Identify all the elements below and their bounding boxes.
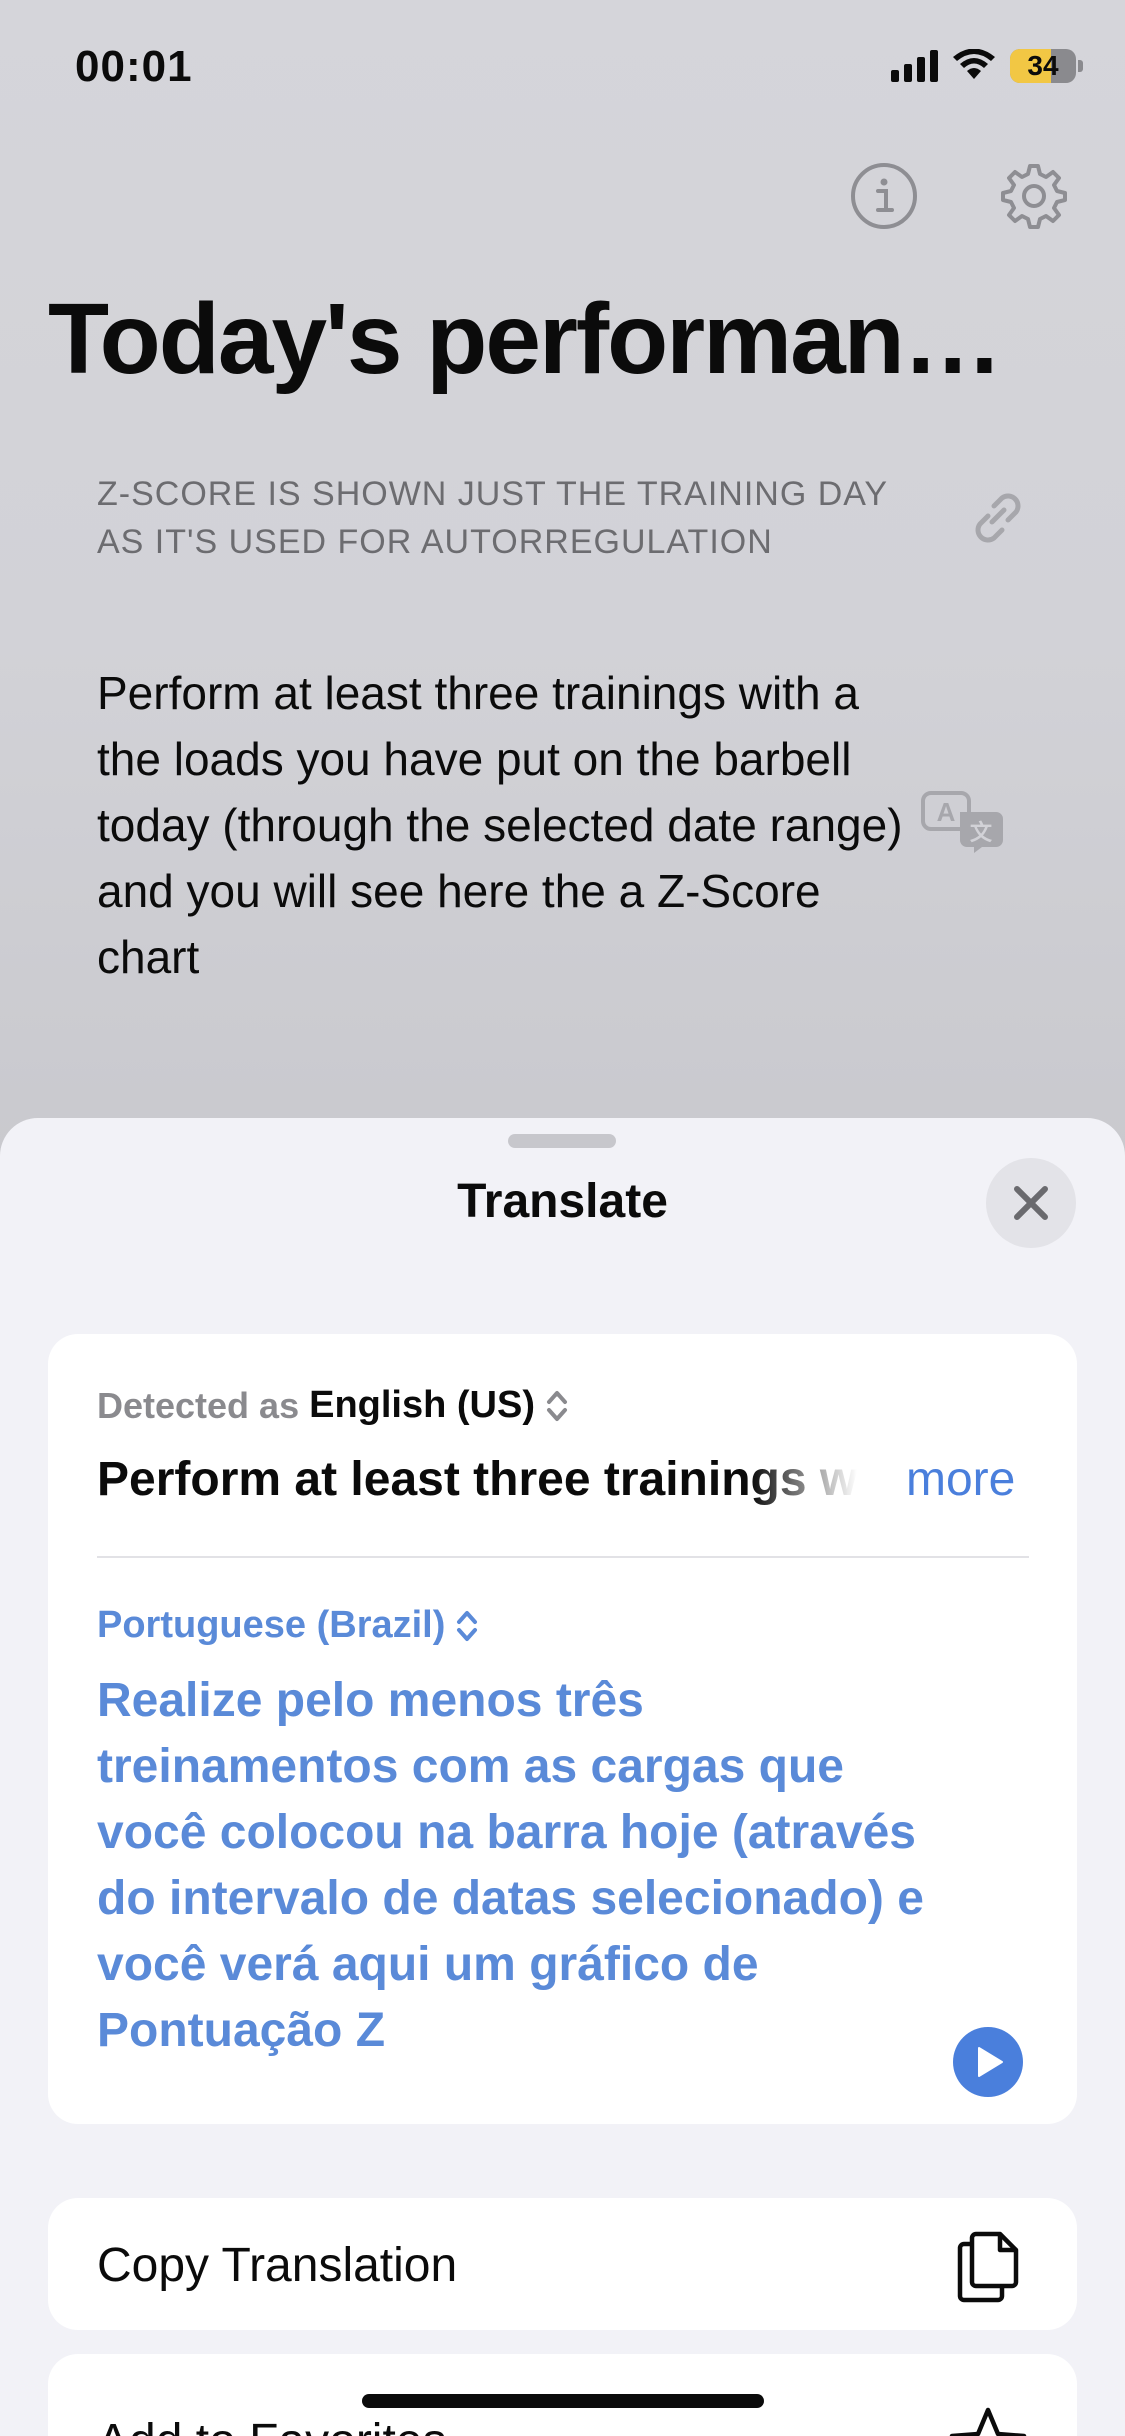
play-button[interactable]	[953, 2027, 1023, 2097]
translation-card: Detected as English (US) Perform at leas…	[48, 1334, 1077, 2124]
copy-translation-button[interactable]: Copy Translation	[48, 2198, 1077, 2330]
empty-state-message: Perform at least three trainings with a …	[97, 667, 903, 983]
status-bar: 00:01 34	[0, 0, 1125, 130]
battery-level: 34	[1027, 50, 1059, 81]
close-icon	[1014, 1186, 1048, 1220]
status-time: 00:01	[75, 42, 193, 91]
copy-translation-label: Copy Translation	[97, 2239, 458, 2292]
battery-nub	[1078, 60, 1083, 72]
source-language[interactable]: English (US)	[309, 1384, 535, 1427]
target-language[interactable]: Portuguese (Brazil)	[97, 1604, 445, 1647]
source-language-row[interactable]: Detected as English (US)	[97, 1384, 569, 1427]
svg-text:A: A	[937, 797, 956, 827]
detected-label: Detected as	[97, 1384, 300, 1426]
info-icon[interactable]	[848, 160, 920, 232]
home-indicator[interactable]	[362, 2394, 764, 2408]
sheet-grabber[interactable]	[508, 1134, 616, 1148]
divider	[97, 1556, 1029, 1558]
page-title: Today's performan…	[48, 283, 1003, 395]
background-screen: 00:01 34 Today's performan… Z-SCORE IS S…	[0, 0, 1125, 1160]
translated-text: Realize pelo menos três treinamentos com…	[97, 1674, 924, 2057]
translate-icon[interactable]: A 文	[920, 790, 1006, 854]
more-button[interactable]: more	[906, 1452, 1015, 1507]
sheet-title: Translate	[457, 1175, 668, 1228]
add-to-favorites-label: Add to Favorites	[97, 2414, 447, 2436]
cellular-signal-icon	[891, 50, 938, 82]
battery-icon: 34	[1010, 49, 1076, 83]
wifi-icon	[953, 49, 995, 79]
chevron-up-down-icon	[457, 1610, 478, 1641]
target-language-row[interactable]: Portuguese (Brazil)	[97, 1604, 479, 1647]
copy-icon	[957, 2231, 1019, 2303]
gear-icon[interactable]	[998, 160, 1070, 232]
play-icon	[978, 2047, 1003, 2077]
source-text: Perform at least three trainings with a …	[97, 1453, 857, 1506]
svg-text:文: 文	[970, 820, 993, 845]
chevron-up-down-icon	[547, 1390, 567, 1421]
status-indicators: 34	[891, 46, 1083, 86]
translate-sheet: Translate Detected as English (US) Perfo…	[0, 1118, 1125, 2436]
star-icon	[949, 2407, 1027, 2436]
close-button[interactable]	[986, 1158, 1076, 1248]
zscore-note: Z-SCORE IS SHOWN JUST THE TRAINING DAY A…	[97, 475, 888, 561]
link-icon[interactable]	[964, 486, 1028, 550]
